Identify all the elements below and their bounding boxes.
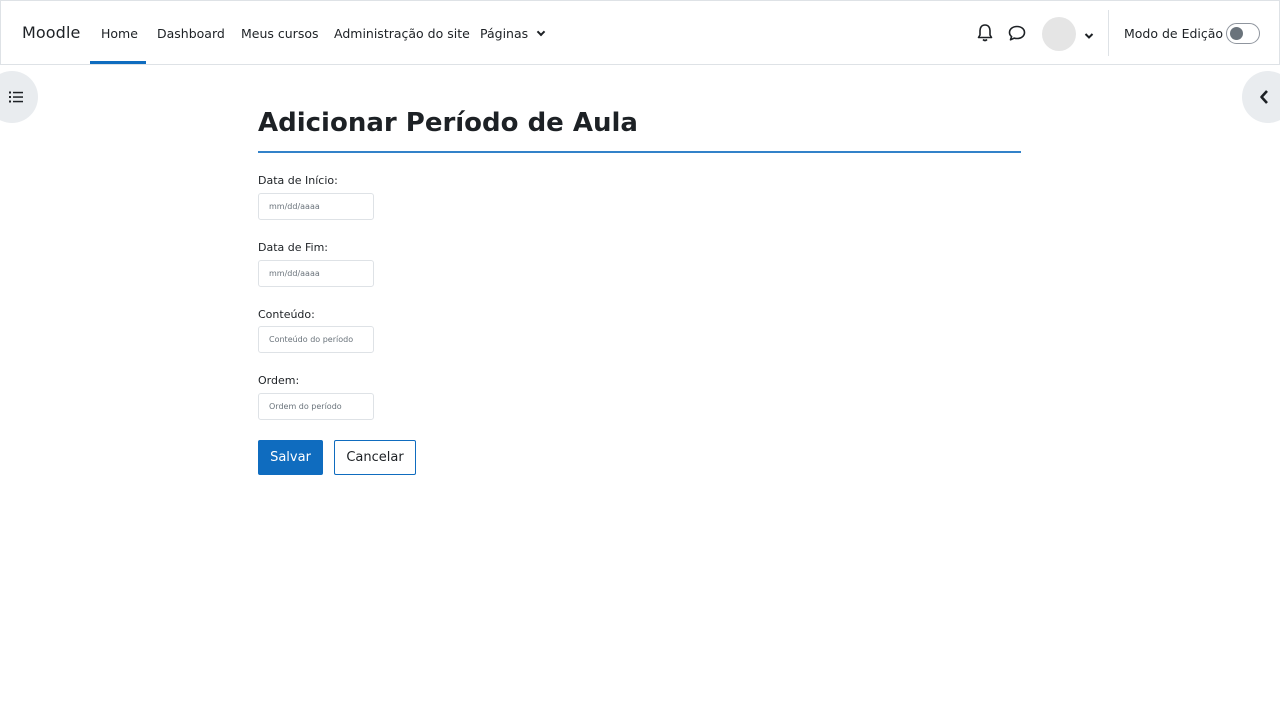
user-avatar[interactable] [1042,17,1076,51]
toggle-knob [1230,27,1243,40]
bell-icon[interactable] [976,23,996,43]
content-label: Conteúdo: [258,308,315,321]
start-date-input[interactable] [258,193,374,220]
user-menu-chevron-down-icon[interactable] [1083,27,1095,39]
chevron-left-icon [1260,90,1268,104]
end-date-label: Data de Fim: [258,241,329,254]
nav-item-home[interactable]: Home [101,26,138,41]
edit-mode-toggle[interactable] [1226,23,1260,44]
open-course-index-button[interactable] [0,71,38,123]
site-brand[interactable]: Moodle [22,23,80,42]
top-navbar: Moodle Home Dashboard Meus cursos Admini… [0,0,1280,65]
save-button[interactable]: Salvar [258,440,323,475]
content-input[interactable] [258,326,374,353]
order-input[interactable] [258,393,374,420]
chevron-down-icon [536,27,546,37]
nav-item-dashboard[interactable]: Dashboard [157,26,225,41]
title-divider [258,151,1021,153]
start-date-label: Data de Início: [258,174,338,187]
page-title: Adicionar Período de Aula [258,108,638,138]
cancel-button[interactable]: Cancelar [334,440,416,475]
nav-active-indicator [90,61,146,64]
end-date-input[interactable] [258,260,374,287]
open-block-drawer-button[interactable] [1242,71,1280,123]
chat-icon[interactable] [1007,23,1027,43]
edit-mode-label: Modo de Edição [1124,26,1224,41]
order-label: Ordem: [258,374,300,387]
nav-item-pages[interactable]: Páginas [480,26,546,41]
nav-item-pages-label: Páginas [480,26,529,41]
nav-item-my-courses[interactable]: Meus cursos [241,26,319,41]
list-icon [9,91,23,103]
nav-item-site-admin[interactable]: Administração do site [334,26,470,41]
navbar-divider [1108,10,1109,56]
